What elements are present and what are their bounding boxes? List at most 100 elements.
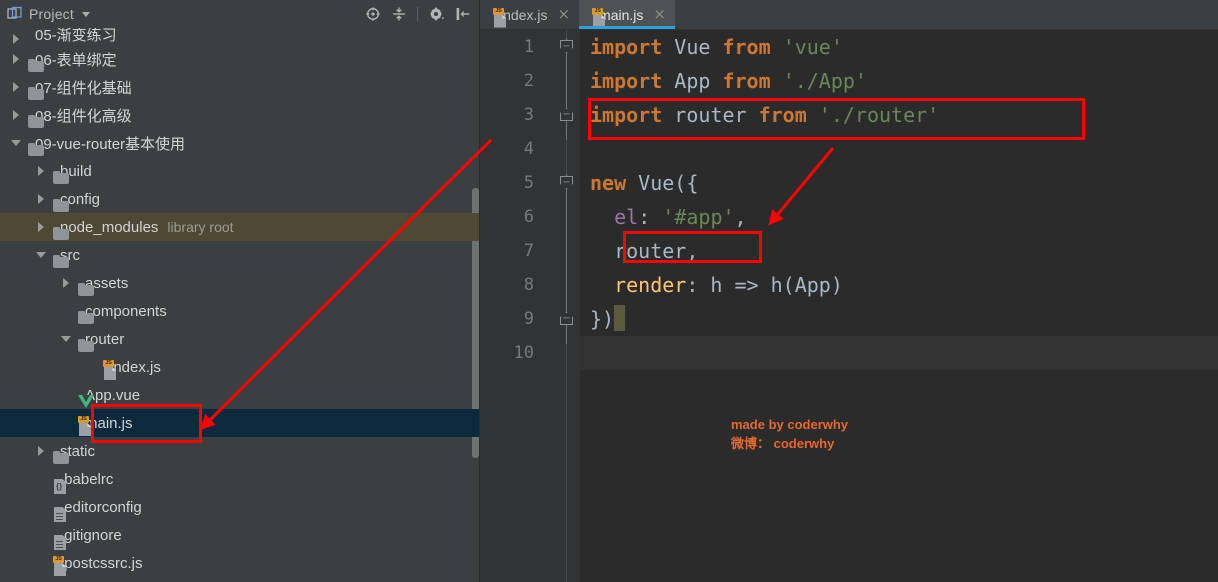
code-token: Vue({ <box>626 171 699 195</box>
editor-tab-label: index.js <box>500 6 548 23</box>
toolbar-separator <box>417 6 418 22</box>
tree-row[interactable]: router <box>0 325 479 353</box>
tree-row[interactable]: components <box>0 297 479 325</box>
tree-row-label: .postcssrc.js <box>60 554 143 572</box>
project-panel-title-group[interactable]: Project <box>7 6 90 22</box>
line-number: 4 <box>523 139 534 159</box>
code-line[interactable]: el: '#app', <box>580 200 1218 234</box>
code-line[interactable]: import Vue from 'vue' <box>580 30 1218 64</box>
tab-close-icon[interactable]: × <box>557 7 570 22</box>
tree-expand-arrow-closed[interactable] <box>10 32 23 45</box>
code-line[interactable]: router, <box>580 234 1218 268</box>
code-token: from <box>722 35 771 59</box>
chevron-down-icon[interactable] <box>81 11 90 17</box>
tree-row[interactable]: JS index.js <box>0 353 479 381</box>
code-token: new <box>590 171 627 195</box>
tree-expand-arrow-closed[interactable] <box>10 109 23 122</box>
code-token: }) <box>590 307 615 331</box>
tree-row[interactable]: assets <box>0 269 479 297</box>
line-number: 10 <box>513 343 534 363</box>
editor-gutter[interactable]: 1 2 3 4 5 6 7 8 9 10 − − − − <box>480 30 580 582</box>
tree-row[interactable]: JS .postcssrc.js <box>0 549 479 577</box>
tree-row[interactable]: .gitignore <box>0 521 479 550</box>
code-line[interactable]: }) <box>580 302 1218 336</box>
code-token: , <box>734 205 747 229</box>
code-line[interactable] <box>580 336 1218 370</box>
tree-no-arrow <box>35 529 48 542</box>
locate-target-icon[interactable] <box>364 6 381 23</box>
code-fold-icon[interactable]: − <box>560 108 573 121</box>
tree-row[interactable]: 05-渐变练习 <box>0 28 479 45</box>
tree-expand-arrow-open[interactable] <box>10 137 23 150</box>
ide-window: Project 05-渐变练习 06-表单绑定 07-组件化基础 08-组件化高… <box>0 0 1218 582</box>
tree-row[interactable]: 06-表单绑定 <box>0 45 479 73</box>
tree-row[interactable]: config <box>0 185 479 213</box>
tree-expand-arrow-closed[interactable] <box>35 193 48 206</box>
tree-expand-arrow-open[interactable] <box>35 249 48 262</box>
tree-row[interactable]: 08-组件化高级 <box>0 101 479 129</box>
tree-row[interactable]: src <box>0 241 479 269</box>
tree-row-label: 06-表单绑定 <box>35 51 117 69</box>
tree-row[interactable]: 07-组件化基础 <box>0 73 479 101</box>
tree-row[interactable]: node_modules library root <box>0 213 479 241</box>
code-token: from <box>758 103 807 127</box>
tree-row[interactable]: build <box>0 157 479 185</box>
code-token: render <box>614 273 687 297</box>
tree-row[interactable]: 09-vue-router基本使用 <box>0 129 479 157</box>
tree-expand-arrow-closed[interactable] <box>10 81 23 94</box>
code-token: App <box>662 69 723 93</box>
code-line[interactable]: new Vue({ <box>580 166 1218 200</box>
line-number: 7 <box>523 241 534 261</box>
code-token: import <box>590 103 663 127</box>
tree-row-label: node_modules <box>60 218 159 236</box>
tab-close-icon[interactable]: × <box>653 7 666 22</box>
watermark: made by coderwhy 微博： coderwhy <box>731 415 848 453</box>
tree-expand-arrow-closed[interactable] <box>35 221 48 234</box>
tree-expand-arrow-open[interactable] <box>60 333 73 346</box>
code-line[interactable]: import App from './App' <box>580 64 1218 98</box>
tree-expand-arrow-closed[interactable] <box>35 165 48 178</box>
project-panel-header: Project <box>0 0 479 28</box>
code-token: router <box>662 103 759 127</box>
tree-row-label: .babelrc <box>60 470 114 488</box>
tree-no-arrow <box>60 417 73 430</box>
tree-row-label: index.js <box>110 358 161 376</box>
code-line[interactable]: import router from './router' <box>580 98 1218 132</box>
settings-gear-icon[interactable] <box>428 6 445 23</box>
tree-row[interactable]: .editorconfig <box>0 493 479 522</box>
tree-row-label: 05-渐变练习 <box>35 28 117 44</box>
line-number: 5 <box>523 173 534 193</box>
text-caret <box>614 305 626 331</box>
code-fold-icon[interactable]: − <box>560 40 573 53</box>
tree-row[interactable]: App.vue <box>0 381 479 409</box>
tree-row-label: main.js <box>85 414 133 432</box>
tree-expand-arrow-closed[interactable] <box>10 53 23 66</box>
line-number: 6 <box>523 207 534 227</box>
collapse-all-icon[interactable] <box>390 6 407 23</box>
tree-no-arrow <box>60 305 73 318</box>
hide-panel-icon[interactable] <box>454 6 471 23</box>
code-fold-icon[interactable]: − <box>560 176 573 189</box>
tree-row-label: 09-vue-router基本使用 <box>35 135 186 153</box>
watermark-line-2: 微博： coderwhy <box>731 436 835 451</box>
code-line[interactable]: render: h => h(App) <box>580 268 1218 302</box>
code-token: import <box>590 35 663 59</box>
code-line[interactable] <box>580 132 1218 166</box>
project-window-icon <box>7 6 23 22</box>
tree-expand-arrow-closed[interactable] <box>60 277 73 290</box>
tree-expand-arrow-closed[interactable] <box>35 445 48 458</box>
editor-tab[interactable]: JS index.js × <box>480 0 579 29</box>
code-token: , <box>686 239 699 263</box>
tree-row[interactable]: static <box>0 437 479 465</box>
project-tool-window: Project 05-渐变练习 06-表单绑定 07-组件化基础 08-组件化高… <box>0 0 480 582</box>
editor-tab[interactable]: JS main.js × <box>579 0 675 29</box>
project-file-tree[interactable]: 05-渐变练习 06-表单绑定 07-组件化基础 08-组件化高级 09-vue-rou… <box>0 28 479 582</box>
tree-no-arrow <box>85 361 98 374</box>
tree-no-arrow <box>60 389 73 402</box>
line-number: 1 <box>523 37 534 57</box>
tree-row[interactable]: JS main.js <box>0 409 479 437</box>
code-fold-icon[interactable]: − <box>560 312 573 325</box>
code-content[interactable]: import Vue from 'vue' import App from './… <box>580 30 1218 582</box>
tree-row[interactable]: {} .babelrc <box>0 465 479 494</box>
